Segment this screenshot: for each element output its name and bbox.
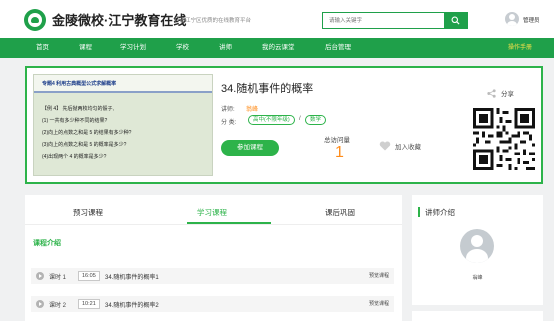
- search-box: [322, 12, 468, 29]
- play-icon: [36, 272, 44, 280]
- thumbnail-line: (4)出现两个 4 的概率是多少?: [42, 154, 107, 160]
- share-icon: [487, 88, 496, 98]
- lesson-row[interactable]: 课时 1 16:05 34.随机事件的概率1 预览课程: [31, 268, 394, 284]
- course-thumbnail[interactable]: 专题4 利用古典概型公式求解概率 【例 4】 先后抛两枚均匀的骰子, (1) 一…: [33, 74, 213, 176]
- tab-review[interactable]: 课后巩固: [325, 207, 355, 218]
- nav-item-home[interactable]: 首页: [36, 38, 49, 58]
- nav-item-schools[interactable]: 学校: [176, 38, 189, 58]
- share-label: 分享: [501, 91, 514, 98]
- search-icon: [451, 16, 460, 25]
- tab-study[interactable]: 学习课程: [197, 207, 227, 218]
- tab-preview[interactable]: 预习课程: [73, 207, 103, 218]
- lesson-duration: 16:05: [78, 271, 100, 281]
- category-label: 分 类:: [221, 120, 237, 126]
- share-button[interactable]: 分享: [487, 88, 514, 98]
- thumbnail-stripe: [34, 91, 212, 93]
- total-visits-value: 1: [335, 144, 344, 161]
- lecturer-label: 讲师:: [221, 107, 235, 113]
- nav-item-study-plan[interactable]: 学习计划: [120, 38, 146, 58]
- thumbnail-line: 【例 4】 先后抛两枚均匀的骰子,: [42, 106, 114, 112]
- user-name[interactable]: 管理员: [523, 16, 540, 24]
- lecturer-panel-name[interactable]: 翁峰: [412, 274, 543, 281]
- site-logo-icon[interactable]: [24, 9, 46, 31]
- lecturer-name-link[interactable]: 翁峰: [246, 104, 258, 113]
- category-separator: /: [299, 116, 301, 122]
- lesson-number: 课时 2: [49, 303, 67, 309]
- course-title: 34.随机事件的概率: [221, 83, 314, 95]
- qr-code-icon: [473, 108, 535, 170]
- nav-item-lecturers[interactable]: 讲师: [219, 38, 232, 58]
- thumbnail-line: (3)向上的点数之和是 5 的概率是多少?: [42, 142, 127, 148]
- add-favorite-label: 加入收藏: [395, 144, 421, 151]
- course-intro-heading: 课程介绍: [33, 240, 61, 247]
- main-nav: 首页 课程 学习计划 学校 讲师 我的云课堂 后台管理 操作手册: [0, 38, 554, 58]
- top-header: 金陵微校·江宁教育在线 打造江宁区优质的在线教育平台 管理员: [0, 0, 554, 38]
- lesson-row[interactable]: 课时 2 10:21 34.随机事件的概率2 预览课程: [31, 296, 394, 312]
- thumbnail-header: 专题4 利用古典概型公式求解概率: [34, 75, 212, 93]
- thumbnail-line: (1) 一共有多少种不同的结果?: [42, 118, 108, 124]
- nav-item-my-cloud-class[interactable]: 我的云课堂: [262, 38, 295, 58]
- play-icon: [36, 300, 44, 308]
- total-visits-label: 总访问量: [324, 137, 350, 144]
- lesson-duration: 10:21: [78, 299, 100, 309]
- heart-icon: [379, 141, 391, 151]
- search-input[interactable]: [323, 13, 445, 28]
- add-favorite-button[interactable]: 加入收藏: [379, 140, 421, 152]
- qr-code: [473, 106, 535, 172]
- site-name[interactable]: 金陵微校·江宁教育在线: [52, 10, 186, 29]
- course-card: 专题4 利用古典概型公式求解概率 【例 4】 先后抛两枚均匀的骰子, (1) 一…: [25, 66, 543, 184]
- lecturer-intro-panel: 讲师介绍 翁峰: [412, 195, 543, 321]
- nav-item-courses[interactable]: 课程: [79, 38, 92, 58]
- thumbnail-line: (2)向上的点数之和是 5 的结果有多少种?: [42, 130, 132, 136]
- thumbnail-topic: 专题4 利用古典概型公式求解概率: [42, 81, 117, 87]
- lecturer-avatar[interactable]: [460, 229, 494, 263]
- site-tagline: 打造江宁区优质的在线教育平台: [174, 18, 252, 24]
- lecturer-intro-title: 讲师介绍: [425, 208, 455, 217]
- category-tag-subject[interactable]: 数学: [305, 115, 327, 125]
- search-button[interactable]: [444, 13, 467, 28]
- join-course-button[interactable]: 参加课程: [221, 140, 279, 156]
- lesson-number: 课时 1: [49, 275, 67, 281]
- category-tag-grade[interactable]: 高中(不限年级): [248, 115, 295, 125]
- panel-divider: [412, 305, 543, 311]
- course-tabs-panel: 预习课程 学习课程 课后巩固 课程介绍 课时 1 16:05 34.随机事件的概…: [25, 195, 402, 321]
- tab-divider: [25, 224, 402, 225]
- preview-course-link[interactable]: 预览课程: [369, 300, 389, 307]
- lesson-title[interactable]: 34.随机事件的概率1: [105, 272, 159, 281]
- nav-item-admin[interactable]: 后台管理: [325, 38, 351, 58]
- user-avatar[interactable]: [505, 12, 519, 26]
- lesson-title[interactable]: 34.随机事件的概率2: [105, 300, 159, 309]
- preview-course-link[interactable]: 预览课程: [369, 272, 389, 279]
- operation-manual-link[interactable]: 操作手册: [508, 38, 532, 58]
- section-marker: [418, 207, 420, 217]
